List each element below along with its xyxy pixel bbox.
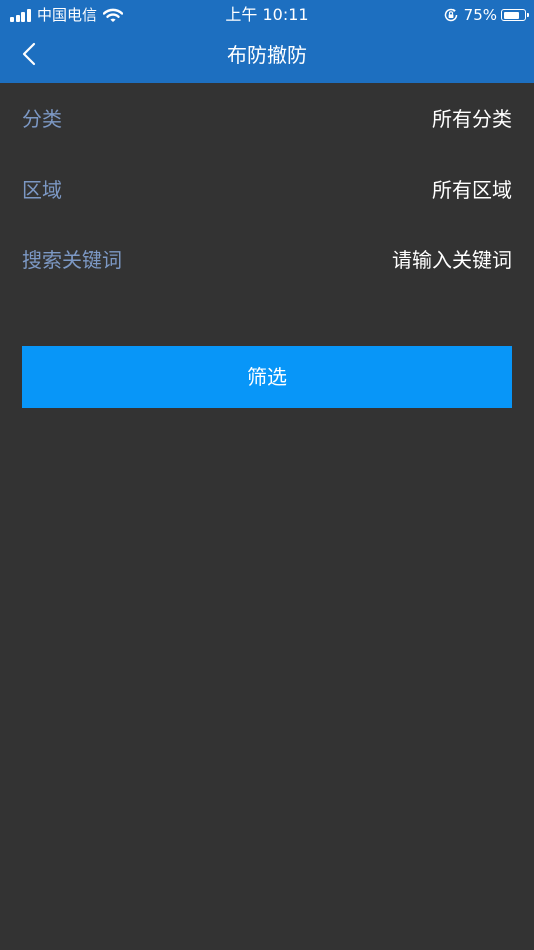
filter-button[interactable]: 筛选	[22, 346, 512, 408]
orientation-lock-icon	[443, 7, 459, 23]
area-label: 区域	[22, 178, 62, 202]
category-selector[interactable]: 所有分类	[432, 106, 512, 132]
status-bar: 中国电信 上午 10:11 75%	[0, 0, 534, 30]
area-selector[interactable]: 所有区域	[432, 177, 512, 203]
keyword-label: 搜索关键词	[22, 248, 122, 272]
battery-icon	[501, 9, 529, 21]
nav-bar: 布防撤防	[0, 30, 534, 83]
page-title: 布防撤防	[227, 43, 307, 67]
filter-row-area: 区域 所有区域	[22, 170, 512, 210]
status-right: 75%	[443, 6, 529, 24]
battery-nub	[527, 13, 529, 17]
filter-row-category: 分类 所有分类	[22, 99, 512, 139]
battery-fill	[503, 11, 519, 19]
category-label: 分类	[22, 107, 62, 131]
battery-percent: 75%	[463, 6, 497, 24]
filter-row-keyword: 搜索关键词	[22, 240, 512, 280]
header: 中国电信 上午 10:11 75% 布防撤防	[0, 0, 534, 83]
keyword-input[interactable]	[272, 248, 512, 272]
